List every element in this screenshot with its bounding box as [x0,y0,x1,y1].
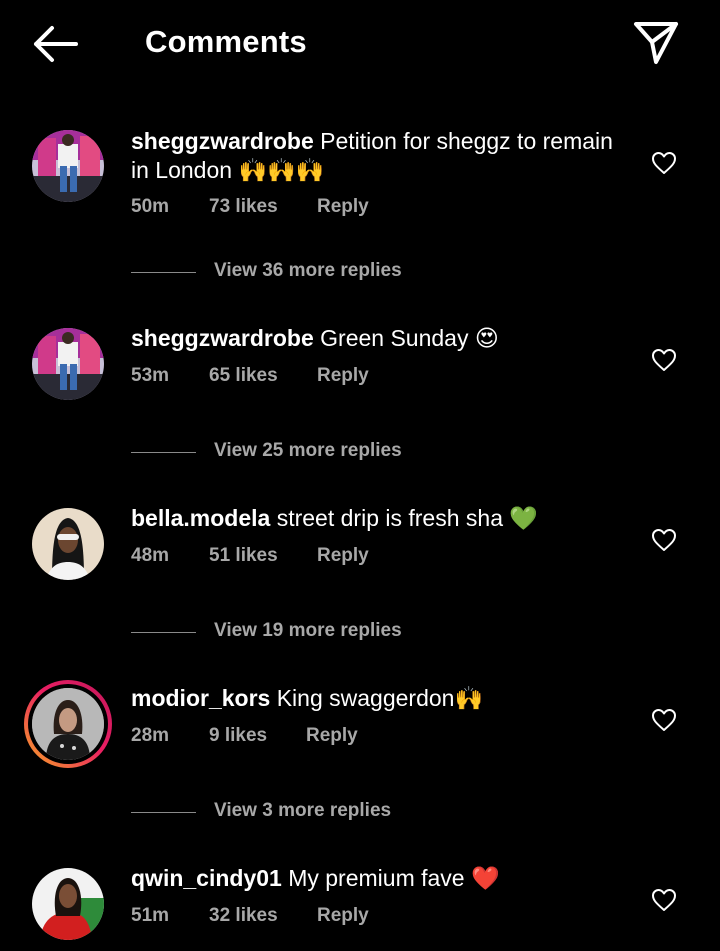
comment-likes[interactable]: 9 likes [209,725,267,747]
reply-button[interactable]: Reply [317,905,369,927]
comment-time: 48m [131,545,170,566]
comment-text: sheggzwardrobe Green Sunday 😍 [131,324,631,354]
comment-text: bella.modela street drip is fresh sha 💚 [131,504,631,534]
reply-button[interactable]: Reply [306,725,358,747]
replies-divider [131,632,196,633]
comment-emoji: 🙌🙌🙌 [238,158,325,184]
comment-username[interactable]: sheggzwardrobe [131,325,314,351]
comment-emoji: ❤️ [470,866,500,892]
avatar[interactable] [32,130,104,202]
reply-button[interactable]: Reply [317,365,369,387]
view-replies-label: View 25 more replies [214,440,402,461]
heart-outline-icon [652,152,676,174]
arrow-left-icon [34,26,78,62]
comment-time: 53m [131,365,170,386]
back-button[interactable] [30,22,82,66]
comment-text: modior_kors King swaggerdon🙌 [131,684,631,714]
heart-outline-icon [652,709,676,731]
page-title: Comments [145,24,307,59]
comment-time: 28m [131,725,170,746]
heart-outline-icon [652,349,676,371]
comment-text: sheggzwardrobe Petition for sheggz to re… [131,127,631,186]
replies-divider [131,272,196,273]
heart-outline-icon [652,889,676,911]
comment-username[interactable]: sheggzwardrobe [131,128,314,154]
comment-emoji: 🙌 [454,686,484,712]
comment-body: King swaggerdon [276,685,455,711]
share-button[interactable] [630,18,682,68]
comment-body: street drip is fresh sha [276,505,503,531]
avatar-image [32,868,104,940]
avatar-image [32,328,104,400]
comment-body: My premium fave [288,865,465,891]
heart-outline-icon [652,529,676,551]
top-bar: Comments [0,0,720,88]
avatar-story-ring[interactable] [24,680,112,768]
comment-text: qwin_cindy01 My premium fave ❤️ [131,864,631,894]
paper-plane-icon [634,22,678,64]
view-replies-label: View 36 more replies [214,260,402,281]
comment-likes[interactable]: 73 likes [209,196,278,218]
avatar[interactable] [32,868,104,940]
comment-time: 50m [131,196,170,217]
comment-emoji: 💚 [509,506,539,532]
view-replies-label: View 19 more replies [214,620,402,641]
comment-likes[interactable]: 32 likes [209,905,278,927]
like-button[interactable] [651,708,677,732]
comment-username[interactable]: qwin_cindy01 [131,865,282,891]
reply-button[interactable]: Reply [317,545,369,567]
avatar[interactable] [32,328,104,400]
comment-likes[interactable]: 65 likes [209,365,278,387]
comment-username[interactable]: modior_kors [131,685,270,711]
replies-divider [131,812,196,813]
comment-time: 51m [131,905,170,926]
like-button[interactable] [651,348,677,372]
replies-divider [131,452,196,453]
avatar-image [32,688,104,760]
comment-emoji: 😍 [474,326,499,352]
comment-body: Green Sunday [320,325,469,351]
like-button[interactable] [651,151,677,175]
like-button[interactable] [651,528,677,552]
avatar[interactable] [32,508,104,580]
avatar-image [32,508,104,580]
avatar-image [32,130,104,202]
like-button[interactable] [651,888,677,912]
view-replies-label: View 3 more replies [214,800,392,821]
comment-likes[interactable]: 51 likes [209,545,278,567]
reply-button[interactable]: Reply [317,196,369,218]
comment-username[interactable]: bella.modela [131,505,270,531]
